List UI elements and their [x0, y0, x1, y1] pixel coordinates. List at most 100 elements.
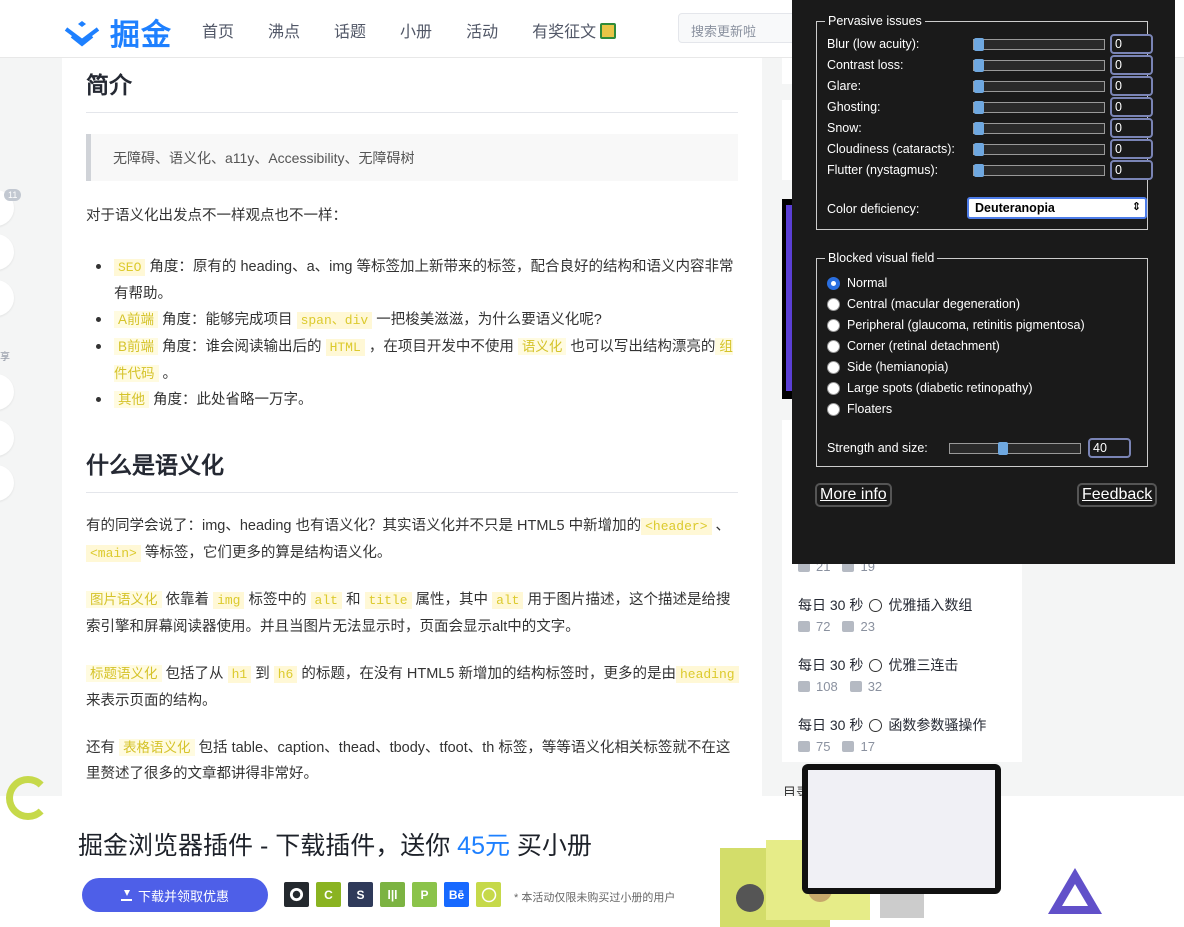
- like-count: 72: [798, 619, 830, 634]
- pervasive-issues-group: Pervasive issues Blur (low acuity): 0 Co…: [816, 14, 1153, 230]
- inline-code: <main>: [86, 545, 141, 562]
- ghosting-slider[interactable]: [973, 101, 1105, 114]
- item-prefix: 每日 30 秒: [798, 717, 864, 733]
- radio-option[interactable]: Floaters: [827, 400, 1147, 420]
- comment-count: 32: [849, 679, 882, 694]
- slider-thumb[interactable]: [974, 80, 984, 93]
- cloudiness-value-input[interactable]: 0: [1110, 139, 1153, 159]
- article-body: 简介 无障碍、语义化、a11y、Accessibility、无障碍树 对于语义化…: [62, 58, 762, 798]
- cloudiness-slider[interactable]: [973, 143, 1105, 156]
- banner-title-text: 买小册: [509, 832, 592, 860]
- weibo-icon[interactable]: [0, 374, 14, 410]
- inline-code: img: [213, 592, 245, 609]
- like-value: 72: [816, 619, 831, 634]
- radio-button[interactable]: [827, 340, 840, 353]
- banner-title: 掘金浏览器插件 - 下载插件，送你 45元 买小册: [78, 826, 592, 862]
- text: 标签中的: [244, 592, 311, 608]
- highlight-tag: 表格语义化: [119, 739, 195, 756]
- text: 来表示页面的结构。: [86, 693, 217, 709]
- pervasive-issues-legend: Pervasive issues: [825, 14, 925, 28]
- blur-value-input[interactable]: 0: [1110, 34, 1153, 54]
- item-title: 优雅三连击: [888, 657, 959, 673]
- extension-promo-banner: 掘金浏览器插件 - 下载插件，送你 45元 买小册 下载并领取优惠 C S l|…: [0, 796, 1184, 927]
- banner-title-text: 掘金浏览器插件 - 下载插件，送你: [78, 832, 458, 860]
- radio-option[interactable]: Peripheral (glaucoma, retinitis pigmento…: [827, 316, 1147, 336]
- like-count: 108: [798, 679, 838, 694]
- contrast-value-input[interactable]: 0: [1110, 55, 1153, 75]
- slider-thumb[interactable]: [974, 164, 984, 177]
- radio-button[interactable]: [827, 298, 840, 311]
- slider-thumb[interactable]: [974, 59, 984, 72]
- slider-thumb[interactable]: [974, 101, 984, 114]
- blocked-field-group: Blocked visual field Normal Central (mac…: [816, 251, 1148, 467]
- related-article-link[interactable]: 每日 30 秒 优雅三连击: [798, 655, 958, 675]
- star-icon[interactable]: [0, 280, 14, 316]
- color-deficiency-select[interactable]: Deuteranopia ⇕: [967, 197, 1147, 219]
- related-article-link[interactable]: 每日 30 秒 函数参数骚操作: [798, 715, 986, 735]
- flutter-value-input[interactable]: 0: [1110, 160, 1153, 180]
- article-meta: 108 32: [798, 679, 882, 694]
- ghosting-value-input[interactable]: 0: [1110, 97, 1153, 117]
- inline-code: alt: [492, 592, 524, 609]
- article-meta: 75 17: [798, 739, 875, 754]
- feedback-link[interactable]: Feedback: [1077, 483, 1158, 507]
- download-button[interactable]: 下载并领取优惠: [82, 878, 268, 912]
- heading-what-is-semantic: 什么是语义化: [86, 446, 738, 493]
- slider-thumb[interactable]: [998, 442, 1008, 455]
- slider-label: Flutter (nystagmus):: [827, 163, 939, 177]
- nav-item-pins[interactable]: 沸点: [268, 18, 300, 42]
- strength-value-input[interactable]: 40: [1088, 438, 1131, 458]
- nav-item-events[interactable]: 活动: [466, 18, 498, 42]
- slider-row: Ghosting: 0: [827, 97, 1153, 118]
- juejin-ring-decoration: [6, 776, 50, 820]
- contrast-slider[interactable]: [973, 59, 1105, 72]
- snow-slider[interactable]: [973, 122, 1105, 135]
- list-text: 也可以写出结构漂亮的: [566, 339, 716, 355]
- monitor-illustration: [802, 764, 1001, 894]
- nav-item-essay-contest[interactable]: 有奖征文: [532, 18, 617, 42]
- radio-button[interactable]: [827, 361, 840, 374]
- radio-option[interactable]: Normal: [827, 274, 1147, 294]
- blur-slider[interactable]: [973, 38, 1105, 51]
- slider-thumb[interactable]: [974, 122, 984, 135]
- related-article-link[interactable]: 每日 30 秒 优雅插入数组: [798, 595, 972, 615]
- nav-item-home[interactable]: 首页: [202, 18, 234, 42]
- slider-thumb[interactable]: [974, 143, 984, 156]
- bell-icon[interactable]: [0, 420, 14, 456]
- highlight-tag: 图片语义化: [86, 591, 162, 608]
- comment-icon: [842, 621, 855, 632]
- text: 到: [251, 666, 274, 682]
- slider-label: Cloudiness (cataracts):: [827, 142, 955, 156]
- more-info-link[interactable]: More info: [815, 483, 892, 507]
- radio-option[interactable]: Large spots (diabetic retinopathy): [827, 379, 1147, 399]
- comment-icon[interactable]: [0, 234, 14, 270]
- slider-label: Snow:: [827, 121, 862, 135]
- radio-button[interactable]: [827, 403, 840, 416]
- inline-code: h1: [227, 666, 252, 683]
- color-deficiency-row: Color deficiency: Deuteranopia ⇕: [827, 197, 1147, 220]
- nav-item-topics[interactable]: 话题: [334, 18, 366, 42]
- radio-button[interactable]: [827, 277, 840, 290]
- monitor-screen: [808, 770, 995, 888]
- slider-row: Glare: 0: [827, 76, 1153, 97]
- download-icon: [120, 889, 132, 901]
- radio-option[interactable]: Side (hemianopia): [827, 358, 1147, 378]
- snow-value-input[interactable]: 0: [1110, 118, 1153, 138]
- radio-option[interactable]: Central (macular degeneration): [827, 295, 1147, 315]
- flutter-slider[interactable]: [973, 164, 1105, 177]
- stack-icon: S: [348, 882, 373, 907]
- behance-icon: Bē: [444, 882, 469, 907]
- comment-value: 17: [860, 739, 875, 754]
- search-input[interactable]: 搜索更新啦: [678, 13, 798, 43]
- slider-thumb[interactable]: [974, 38, 984, 51]
- glare-value-input[interactable]: 0: [1110, 76, 1153, 96]
- nav-item-books[interactable]: 小册: [400, 18, 432, 42]
- paragraph-viewpoints: 对于语义化出发点不一样观点也不一样：: [86, 208, 347, 224]
- strength-slider[interactable]: [949, 442, 1081, 455]
- wechat-icon[interactable]: [0, 465, 14, 501]
- radio-button[interactable]: [827, 319, 840, 332]
- glare-slider[interactable]: [973, 80, 1105, 93]
- radio-button[interactable]: [827, 382, 840, 395]
- juejin-logo[interactable]: 掘金: [62, 10, 172, 54]
- radio-option[interactable]: Corner (retinal detachment): [827, 337, 1147, 357]
